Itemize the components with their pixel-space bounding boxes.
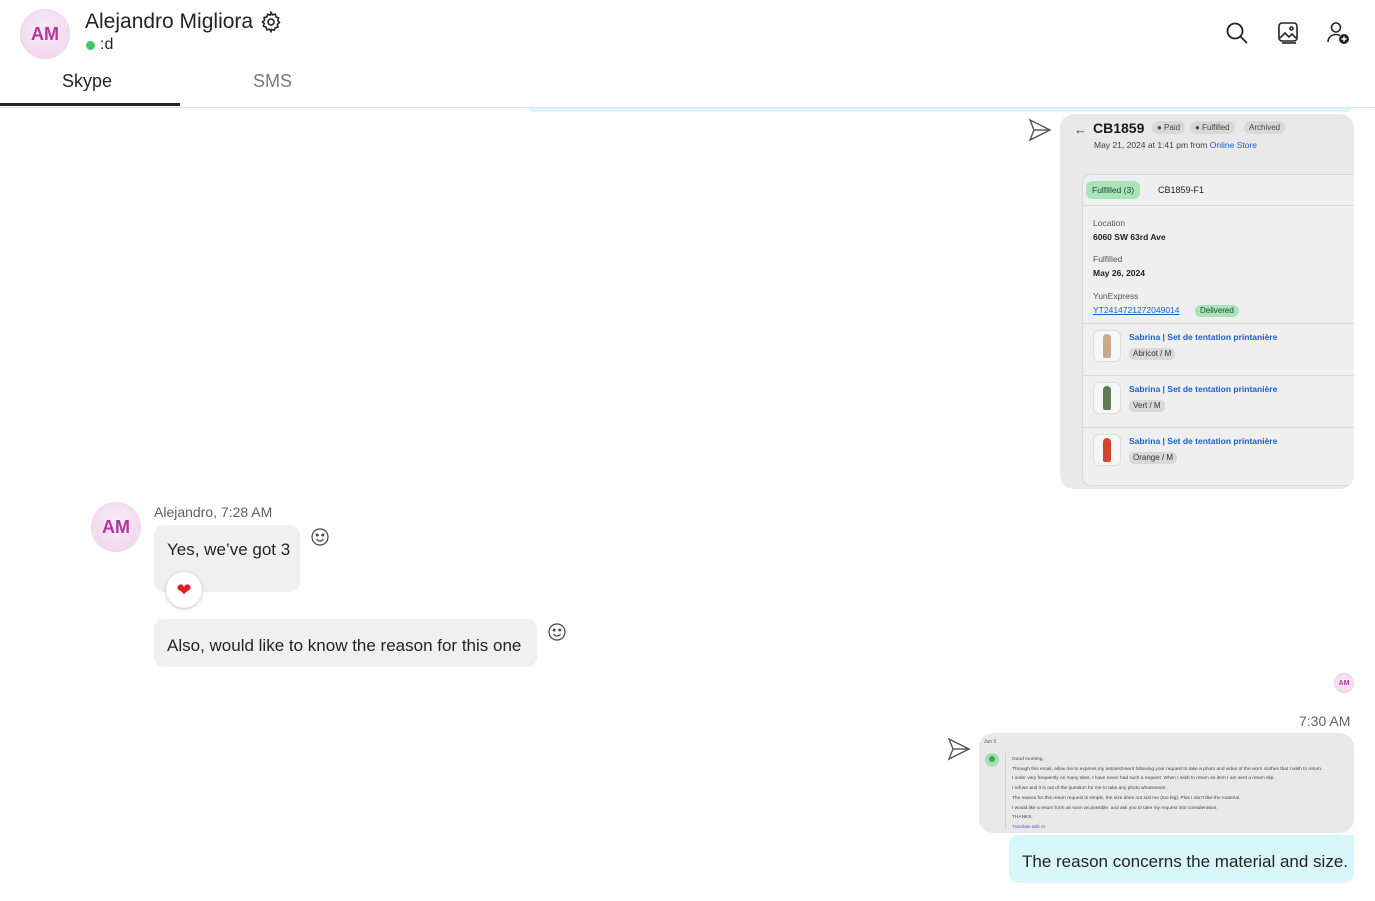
product-variant: Abricot / M — [1129, 348, 1176, 360]
order-item: Sabrina | Set de tentation printanière A… — [1083, 323, 1354, 376]
product-variant: Orange / M — [1129, 452, 1178, 464]
sent-icon — [947, 737, 971, 761]
read-receipt-avatar: AM — [1334, 673, 1354, 693]
product-thumbnail — [1093, 434, 1121, 466]
email-date: Jun 5 — [984, 739, 997, 745]
message-time: 7:30 AM — [1299, 713, 1351, 729]
sender-name-time: Alejandro, 7:28 AM — [154, 504, 273, 520]
order-source: Online Store — [1209, 140, 1258, 150]
fulfillment-id: CB1859-F1 — [1158, 185, 1205, 195]
online-dot — [86, 40, 95, 50]
fulfilled-date: May 26, 2024 — [1093, 268, 1145, 278]
archived-badge: Archived — [1244, 121, 1286, 134]
translate-label: Translate with AI — [1012, 824, 1046, 829]
email-line: I would like a return form as soon as po… — [1012, 806, 1218, 811]
add-reaction-icon[interactable] — [547, 622, 567, 642]
fulfillment-panel: Fulfilled (3) CB1859-F1 Location 6060 SW… — [1082, 174, 1354, 486]
add-person-icon[interactable] — [1325, 20, 1351, 46]
paid-badge: ● Paid — [1152, 121, 1186, 134]
email-line: I order very frequently on many sites, I… — [1012, 776, 1275, 781]
message-text: Yes, we’ve got 3 — [167, 540, 291, 559]
product-name: Sabrina | Set de tentation printanière — [1129, 332, 1278, 342]
outgoing-message[interactable]: The reason concerns the material and siz… — [1009, 835, 1354, 883]
order-date-text: May 21, 2024 at 1:41 pm from — [1094, 140, 1210, 150]
message-text: The reason concerns the material and siz… — [1022, 852, 1349, 871]
order-item: Sabrina | Set de tentation printanière V… — [1083, 375, 1354, 428]
order-number: CB1859 — [1093, 120, 1145, 136]
sent-icon — [1028, 118, 1052, 142]
carrier-label: YunExpress — [1093, 291, 1139, 301]
product-name: Sabrina | Set de tentation printanière — [1129, 384, 1278, 394]
email-line: Through this email, allow me to express … — [1012, 767, 1323, 772]
fulfilled-count-badge: Fulfilled (3) — [1086, 181, 1141, 199]
email-line: I refuse and it is out of the question f… — [1012, 786, 1167, 791]
avatar-initials: AM — [102, 516, 130, 537]
incoming-message[interactable]: Also, would like to know the reason for … — [154, 619, 537, 667]
order-date: May 21, 2024 at 1:41 pm from Online Stor… — [1094, 140, 1257, 150]
product-thumbnail — [1093, 330, 1121, 362]
product-name: Sabrina | Set de tentation printanière — [1129, 436, 1278, 446]
fulfilled-badge: ● Fulfilled — [1190, 121, 1235, 134]
email-sender-avatar — [985, 753, 999, 767]
chat-header: AM Alejandro Migliora :d Skype SMS — [0, 0, 1375, 108]
sender-avatar[interactable]: AM — [91, 502, 141, 552]
contact-name[interactable]: Alejandro Migliora — [85, 10, 253, 34]
product-variant: Vert / M — [1129, 400, 1165, 412]
divider — [1005, 753, 1006, 828]
location-value: 6060 SW 63rd Ave — [1093, 232, 1166, 242]
product-thumbnail — [1093, 382, 1121, 414]
email-screenshot-image[interactable]: Jun 5 Good morning, Through this email, … — [979, 733, 1354, 833]
location-label: Location — [1093, 218, 1126, 228]
add-reaction-icon[interactable] — [310, 527, 330, 547]
order-screenshot-image[interactable]: ← CB1859 ● Paid ● Fulfilled Archived May… — [1060, 114, 1354, 489]
presence-status: :d — [86, 36, 113, 54]
back-arrow-icon: ← — [1074, 122, 1087, 137]
fulfilled-label: Fulfilled — [1093, 254, 1123, 264]
avatar-initials: AM — [1338, 679, 1350, 687]
active-tab-indicator — [0, 103, 180, 106]
email-line: The reason for this return request is si… — [1012, 796, 1241, 801]
search-icon[interactable] — [1224, 20, 1250, 46]
fulfillment-details: Location 6060 SW 63rd Ave Fulfilled May … — [1083, 205, 1354, 486]
status-text: :d — [100, 36, 114, 53]
gallery-icon[interactable] — [1275, 20, 1301, 46]
email-line: THANKS. — [1012, 815, 1033, 820]
tab-skype[interactable]: Skype — [62, 71, 112, 92]
gear-icon[interactable] — [259, 10, 283, 34]
delivered-badge: Delivered — [1195, 305, 1239, 317]
order-item: Sabrina | Set de tentation printanière O… — [1083, 427, 1354, 480]
contact-avatar[interactable]: AM — [20, 9, 70, 59]
email-line: Good morning, — [1012, 757, 1044, 762]
tab-sms[interactable]: SMS — [253, 71, 292, 92]
message-text: Also, would like to know the reason for … — [167, 636, 522, 655]
heart-reaction-icon[interactable]: ❤ — [166, 572, 202, 608]
tracking-number: YT2414721272049014 — [1093, 305, 1180, 315]
avatar-initials: AM — [31, 23, 59, 44]
